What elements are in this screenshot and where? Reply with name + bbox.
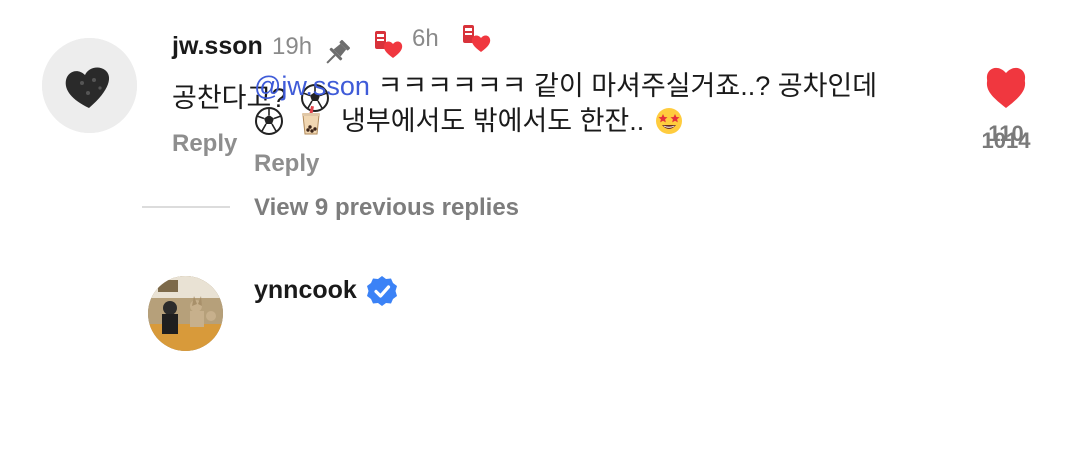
heart-cookie-icon xyxy=(42,38,137,133)
username[interactable]: ynncook xyxy=(254,276,357,305)
timestamp: 6h xyxy=(412,25,439,52)
creator-liked-badge-icon xyxy=(372,28,406,67)
creator-liked-badge-icon xyxy=(460,22,494,61)
timestamp: 19h xyxy=(272,33,313,60)
star-struck-face-icon xyxy=(654,106,684,136)
soccer-ball-icon xyxy=(254,106,284,136)
comment-text-content: 냉부에서도 밖에서도 한잔.. xyxy=(341,106,645,136)
comments-thread: jw.sson 19h 공찬다고? Reply 1014 View 9 prev… xyxy=(0,0,1080,449)
avatar[interactable] xyxy=(148,276,223,351)
replies-divider xyxy=(142,206,230,208)
profile-photo-icon xyxy=(148,276,223,351)
reply-ynncook: ynncook xyxy=(0,250,1080,449)
reply-button[interactable]: Reply xyxy=(172,130,237,158)
view-previous-replies-button[interactable]: View 9 previous replies xyxy=(254,194,519,222)
bubble-tea-icon xyxy=(296,105,326,136)
comment-text-content: ㅋㅋㅋㅋㅋㅋ 같이 마셔주실거죠..? 공차인데 xyxy=(377,71,878,101)
comment-text-line-2: 냉부에서도 밖에서도 한잔.. xyxy=(254,103,686,140)
verified-badge-icon xyxy=(365,274,399,313)
avatar[interactable] xyxy=(42,38,137,133)
like-count: 110 xyxy=(988,121,1024,146)
like-heart-icon[interactable] xyxy=(985,64,1027,109)
username[interactable]: jw.sson xyxy=(172,32,263,61)
mention-link[interactable]: @jw.sson xyxy=(254,71,370,101)
comment-text-line-1: @jw.sson ㅋㅋㅋㅋㅋㅋ 같이 마셔주실거죠..? 공차인데 xyxy=(254,68,877,105)
reply-button[interactable]: Reply xyxy=(254,150,319,178)
